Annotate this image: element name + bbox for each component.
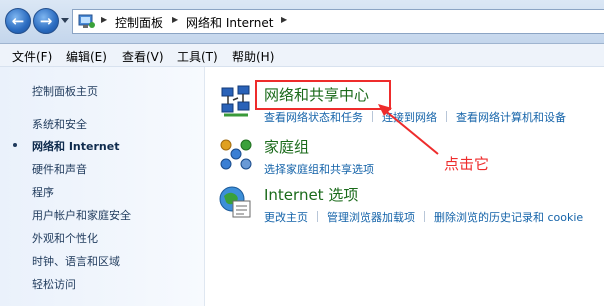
network-icon: [221, 85, 250, 117]
category-title-internet-options[interactable]: Internet 选项: [264, 184, 358, 205]
current-item-bullet-icon: [13, 143, 17, 147]
forward-arrow-icon: →: [39, 12, 53, 30]
link-homegroup-sharing-options[interactable]: 选择家庭组和共享选项: [264, 161, 374, 177]
link-divider: [424, 211, 425, 222]
menu-edit[interactable]: 编辑(E): [66, 48, 107, 65]
sidebar-item-appearance[interactable]: 外观和个性化: [32, 230, 98, 246]
link-manage-addons[interactable]: 管理浏览器加载项: [327, 209, 415, 225]
menu-file[interactable]: 文件(F): [12, 48, 52, 65]
forward-button[interactable]: →: [33, 8, 59, 34]
recent-pages-dropdown-icon[interactable]: [61, 18, 69, 23]
control-panel-icon: [78, 14, 95, 28]
category-links: 选择家庭组和共享选项: [264, 161, 374, 177]
sidebar-item-clock-language-region[interactable]: 时钟、语言和区域: [32, 253, 120, 269]
breadcrumb-item-control-panel[interactable]: 控制面板: [115, 14, 163, 31]
link-change-homepage[interactable]: 更改主页: [264, 209, 308, 225]
homegroup-icon: [220, 139, 252, 170]
link-delete-history[interactable]: 删除浏览的历史记录和 cookie: [434, 209, 583, 225]
menu-view[interactable]: 查看(V): [122, 48, 164, 65]
menu-help[interactable]: 帮助(H): [232, 48, 274, 65]
sidebar-item-programs[interactable]: 程序: [32, 184, 54, 200]
address-bar: ← → ▶ 控制面板 ▶ 网络和 Internet ▶: [0, 0, 604, 44]
back-arrow-icon: ←: [11, 12, 25, 30]
sidebar-item-network-internet[interactable]: 网络和 Internet: [32, 138, 119, 154]
annotation-text: 点击它: [444, 155, 490, 173]
arrow-icon: [378, 104, 439, 155]
highlight-box: [255, 80, 391, 110]
link-divider: [317, 211, 318, 222]
menu-bar: 文件(F) 编辑(E) 查看(V) 工具(T) 帮助(H): [0, 44, 604, 67]
back-button[interactable]: ←: [5, 8, 31, 34]
sidebar-item-system-security[interactable]: 系统和安全: [32, 116, 87, 132]
sidebar: 控制面板主页 系统和安全 网络和 Internet 硬件和声音 程序 用户帐户和…: [0, 67, 205, 306]
breadcrumb[interactable]: ▶ 控制面板 ▶ 网络和 Internet ▶: [72, 9, 604, 34]
internet-options-icon: [219, 186, 251, 218]
breadcrumb-separator-icon: ▶: [172, 15, 179, 24]
link-view-network-status[interactable]: 查看网络状态和任务: [264, 109, 363, 125]
sidebar-item-ease-of-access[interactable]: 轻松访问: [32, 276, 76, 292]
sidebar-item-user-accounts[interactable]: 用户帐户和家庭安全: [32, 207, 131, 223]
breadcrumb-separator-icon: ▶: [281, 15, 288, 24]
breadcrumb-separator-icon: ▶: [101, 15, 108, 24]
menu-tools[interactable]: 工具(T): [177, 48, 218, 65]
sidebar-item-control-panel-home[interactable]: 控制面板主页: [32, 83, 98, 99]
breadcrumb-item-network-internet[interactable]: 网络和 Internet: [186, 14, 273, 31]
category-links: 更改主页 管理浏览器加载项 删除浏览的历史记录和 cookie: [264, 209, 583, 225]
sidebar-item-hardware-sound[interactable]: 硬件和声音: [32, 161, 87, 177]
category-title-homegroup[interactable]: 家庭组: [264, 136, 309, 157]
link-view-network-computers[interactable]: 查看网络计算机和设备: [456, 109, 566, 125]
